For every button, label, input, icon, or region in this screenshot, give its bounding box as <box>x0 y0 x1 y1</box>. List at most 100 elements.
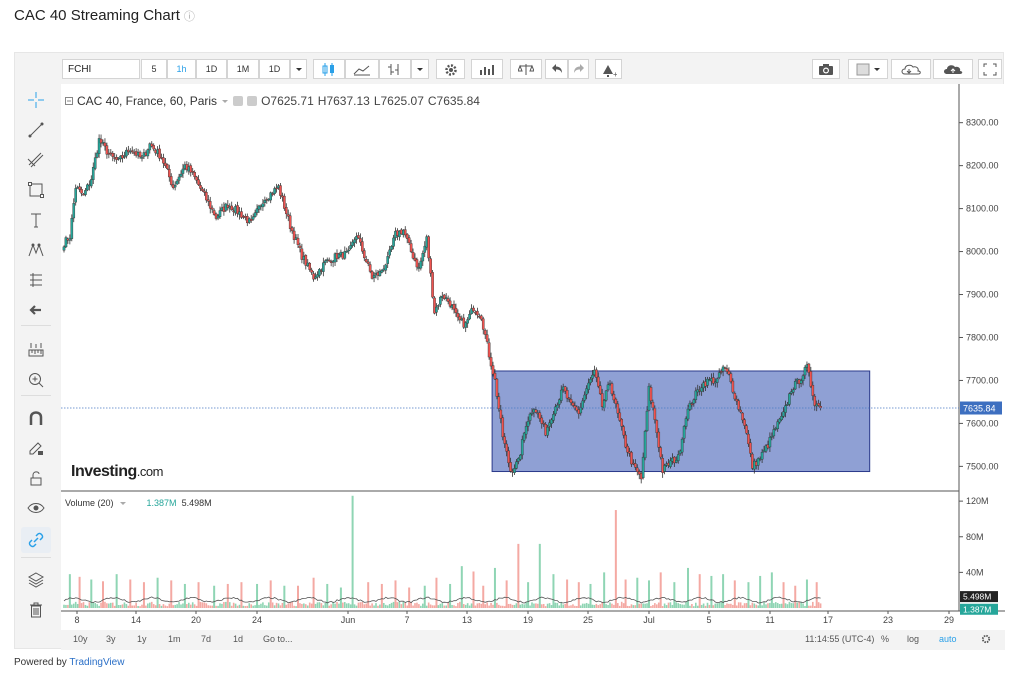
candle-body <box>731 380 735 393</box>
sync-drawings-tool[interactable] <box>21 527 51 553</box>
snapshot-button[interactable] <box>812 59 840 79</box>
volume-bar <box>732 604 734 608</box>
interval-5[interactable]: 5 <box>141 59 167 79</box>
series-name[interactable]: CAC 40, France, 60, Paris <box>77 94 217 108</box>
magnet-tool[interactable] <box>21 405 51 431</box>
volume-bar <box>404 602 407 608</box>
volume-legend-name[interactable]: Volume (20) <box>65 498 114 508</box>
candle-body <box>524 426 528 435</box>
candles-button[interactable] <box>313 59 345 79</box>
stay-in-drawing-tool[interactable] <box>21 435 51 461</box>
chart-type-dropdown[interactable] <box>411 59 429 79</box>
volume-bar <box>741 605 744 608</box>
log-toggle[interactable]: log <box>907 634 919 644</box>
interval-1d[interactable]: 1D <box>196 59 227 79</box>
color-picker-button[interactable] <box>848 59 888 79</box>
remove-drawings-tool[interactable] <box>21 597 51 623</box>
bars-button[interactable] <box>379 59 411 79</box>
volume-bar <box>591 604 594 608</box>
load-chart-button[interactable] <box>891 59 931 79</box>
volume-bar <box>656 604 658 608</box>
volume-bar <box>425 605 428 608</box>
volume-bar <box>769 602 771 608</box>
measure-tool[interactable] <box>21 337 51 363</box>
volume-bar <box>720 602 722 608</box>
volume-bar <box>673 582 676 608</box>
shape-tool[interactable] <box>21 177 51 203</box>
scale-settings-button[interactable] <box>981 634 991 646</box>
volume-bar <box>548 603 551 608</box>
volume-bar <box>166 606 169 608</box>
range-10y[interactable]: 10y <box>73 634 88 644</box>
pattern-tool[interactable] <box>21 237 51 263</box>
interval-dropdown[interactable] <box>290 59 307 79</box>
candle-body <box>760 452 764 460</box>
candle-body <box>634 463 637 468</box>
candle-body <box>747 433 750 445</box>
volume-bar <box>310 603 313 608</box>
tradingview-link[interactable]: TradingView <box>69 657 124 668</box>
candle-body <box>284 207 288 215</box>
volume-bar <box>597 605 600 608</box>
visibility-tool[interactable] <box>21 495 51 521</box>
candle-body <box>733 393 737 400</box>
volume-bar <box>92 602 95 608</box>
range-3y[interactable]: 3y <box>106 634 116 644</box>
chevron-down-icon[interactable] <box>221 97 229 105</box>
volume-bar <box>819 603 822 608</box>
text-tool[interactable] <box>21 207 51 233</box>
volume-bar <box>486 602 488 608</box>
symbol-input[interactable]: FCHI <box>62 59 140 79</box>
save-chart-button[interactable] <box>933 59 973 79</box>
chevron-down-icon[interactable] <box>119 499 127 507</box>
alert-button[interactable]: + <box>595 59 622 79</box>
range-1d[interactable]: 1d <box>233 634 243 644</box>
interval-1h[interactable]: 1h <box>167 59 196 79</box>
fib-tool[interactable] <box>21 147 51 173</box>
prediction-tool[interactable] <box>21 267 51 293</box>
back-button[interactable] <box>21 297 51 323</box>
crosshair-tool[interactable] <box>21 87 51 113</box>
volume-bar <box>324 602 327 608</box>
candle-body <box>528 413 532 421</box>
trend-line-tool[interactable] <box>21 117 51 143</box>
lock-tool[interactable] <box>21 465 51 491</box>
percent-toggle[interactable]: % <box>881 634 889 644</box>
collapse-icon[interactable] <box>65 97 73 105</box>
interval-1m[interactable]: 1M <box>227 59 259 79</box>
range-1y[interactable]: 1y <box>137 634 147 644</box>
candle-body <box>616 403 620 414</box>
volume-bar <box>669 602 672 608</box>
zoom-tool[interactable] <box>21 367 51 393</box>
goto-button[interactable]: Go to... <box>263 634 293 644</box>
indicators-button[interactable] <box>471 59 503 79</box>
settings-button[interactable] <box>436 59 465 79</box>
volume-bar <box>139 606 141 608</box>
volume-bar <box>342 602 344 608</box>
chart-canvas[interactable]: 8300.00 8200.00 8100.00 8000.00 7900.00 7800.… <box>61 84 1005 630</box>
gear-icon <box>444 64 457 76</box>
volume-bar <box>718 602 720 608</box>
auto-toggle[interactable]: auto <box>939 634 957 644</box>
candle-body <box>363 250 366 259</box>
interval-1d-second[interactable]: 1D <box>259 59 290 79</box>
volume-bar <box>422 603 424 608</box>
candle-body <box>345 251 349 253</box>
compare-button[interactable] <box>510 59 542 79</box>
range-7d[interactable]: 7d <box>201 634 211 644</box>
redo-button[interactable] <box>568 59 589 79</box>
info-icon[interactable]: ⓘ <box>184 11 195 23</box>
series-settings-icon[interactable] <box>247 96 258 106</box>
range-1m[interactable]: 1m <box>168 634 181 644</box>
undo-button[interactable] <box>545 59 568 79</box>
volume-bar <box>515 603 518 608</box>
chart-area[interactable]: 8300.00 8200.00 8100.00 8000.00 7900.00 7800.… <box>61 84 1005 650</box>
candle-body <box>803 367 807 376</box>
object-tree-tool[interactable] <box>21 567 51 593</box>
area-chart-button[interactable] <box>345 59 379 79</box>
fullscreen-button[interactable] <box>978 59 1002 79</box>
volume-bar <box>642 603 644 608</box>
volume-bar <box>94 603 96 608</box>
visibility-toggle-icon[interactable] <box>233 96 244 106</box>
candle-body <box>349 245 352 249</box>
